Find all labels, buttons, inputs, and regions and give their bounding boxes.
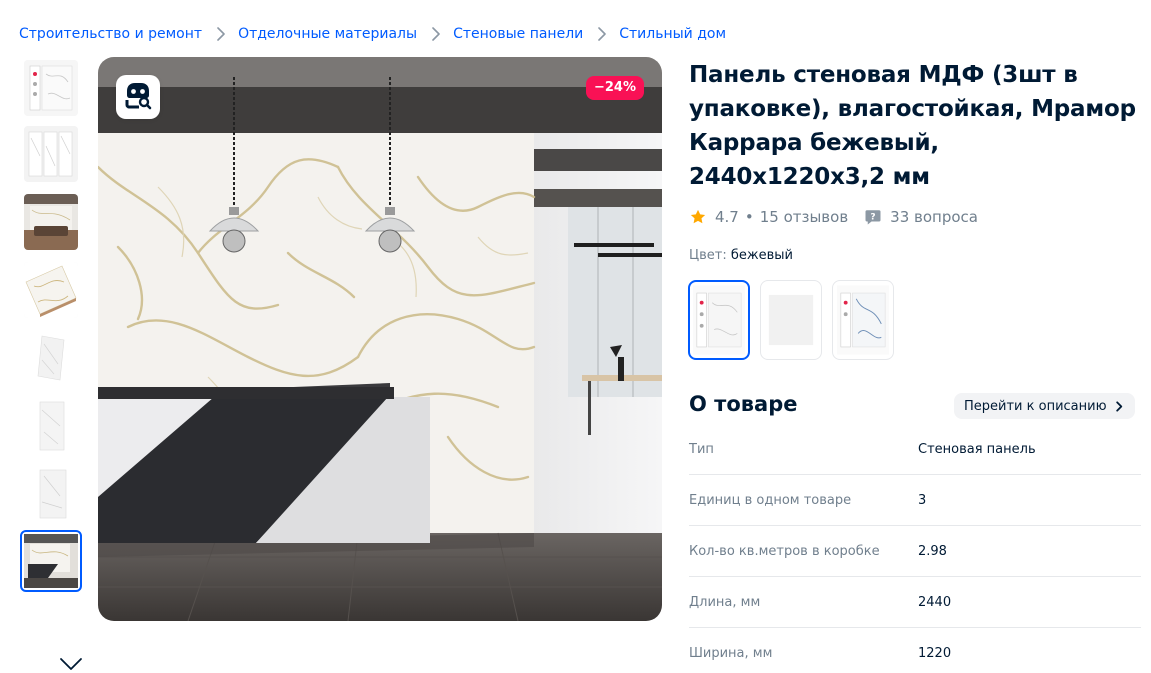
- spec-key: Тип: [689, 441, 714, 457]
- spec-value: 3: [918, 492, 927, 508]
- thumbnail-5[interactable]: [24, 330, 78, 386]
- chevron-right-icon: [425, 26, 447, 42]
- thumbnail-7[interactable]: [24, 466, 78, 522]
- chevron-right-icon: [210, 26, 232, 42]
- rating-value[interactable]: 4.7: [715, 208, 739, 226]
- spec-value: Стеновая панель: [918, 441, 1036, 457]
- thumbnail-strip: [20, 58, 82, 670]
- main-product-image[interactable]: −24%: [98, 57, 662, 621]
- question-bubble-icon: ?: [864, 208, 882, 226]
- breadcrumb: Строительство и ремонт Отделочные матери…: [19, 26, 726, 42]
- product-title: Панель стеновая МДФ (3шт в упаковке), вл…: [689, 62, 1136, 190]
- spec-value: 1220: [918, 646, 952, 661]
- questions-link[interactable]: 33 вопроса: [890, 208, 978, 226]
- star-icon: [689, 208, 707, 226]
- thumbnail-2[interactable]: [24, 126, 78, 182]
- spec-key: Длина, мм: [689, 594, 761, 610]
- color-swatch-2[interactable]: [760, 280, 822, 360]
- image-search-button[interactable]: [116, 75, 160, 119]
- color-swatches: [688, 280, 904, 360]
- breadcrumb-item-construction[interactable]: Строительство и ремонт: [19, 26, 202, 42]
- rating-separator: •: [744, 208, 754, 226]
- chevron-down-icon: [59, 656, 83, 673]
- spec-value: 2.98: [918, 543, 947, 559]
- thumbnail-8[interactable]: [20, 530, 82, 592]
- thumbnail-1[interactable]: [24, 60, 78, 116]
- thumbnail-3[interactable]: [24, 194, 78, 250]
- thumbnail-6[interactable]: [24, 398, 78, 454]
- breadcrumb-item-finishing[interactable]: Отделочные материалы: [238, 26, 417, 42]
- chevron-right-icon: [591, 26, 613, 42]
- chevron-right-icon: [1115, 401, 1125, 412]
- image-search-icon: [123, 80, 153, 114]
- goto-description-label: Перейти к описанию: [964, 398, 1107, 414]
- color-label: Цвет:: [689, 248, 727, 263]
- rating-row: 4.7 • 15 отзывов ? 33 вопроса: [689, 208, 978, 226]
- spec-row: Тип Стеновая панель: [689, 424, 1141, 475]
- color-value: бежевый: [730, 248, 793, 263]
- breadcrumb-item-brand[interactable]: Стильный дом: [619, 26, 726, 42]
- spec-row: Ширина, мм 1220: [689, 628, 1141, 673]
- spec-row: Длина, мм 2440: [689, 577, 1141, 628]
- thumbnail-4[interactable]: [24, 262, 78, 318]
- specs-table: Тип Стеновая панель Единиц в одном товар…: [689, 424, 1141, 673]
- color-line: Цвет: бежевый: [689, 248, 793, 263]
- spec-value: 2440: [918, 594, 952, 610]
- discount-badge: −24%: [585, 76, 644, 100]
- thumbnails-scroll-down[interactable]: [58, 656, 84, 673]
- svg-text:?: ?: [871, 212, 876, 222]
- spec-key: Кол-во кв.метров в коробке: [689, 543, 880, 559]
- spec-row: Единиц в одном товаре 3: [689, 475, 1141, 526]
- spec-row: Кол-во кв.метров в коробке 2.98: [689, 526, 1141, 577]
- about-section-title: О товаре: [689, 392, 798, 416]
- reviews-link[interactable]: 15 отзывов: [760, 208, 848, 226]
- spec-key: Единиц в одном товаре: [689, 492, 852, 508]
- goto-description-button[interactable]: Перейти к описанию: [954, 393, 1135, 419]
- color-swatch-1[interactable]: [688, 280, 750, 360]
- product-photo: [98, 57, 662, 621]
- spec-key: Ширина, мм: [689, 646, 773, 661]
- color-swatch-3[interactable]: [832, 280, 894, 360]
- breadcrumb-item-wall-panels[interactable]: Стеновые панели: [453, 26, 583, 42]
